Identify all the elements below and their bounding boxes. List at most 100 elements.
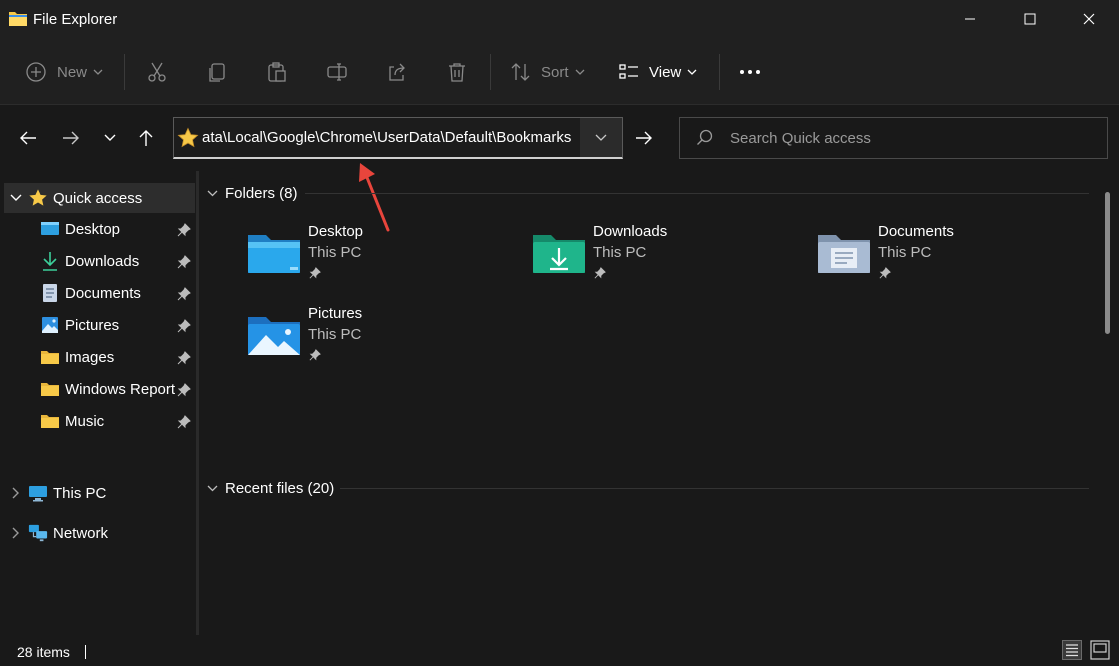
navigation-pane: Quick access Desktop Downloads Documents… <box>0 171 199 635</box>
pin-icon[interactable] <box>177 255 191 269</box>
folder-tile-pictures[interactable]: Pictures This PC <box>246 305 516 375</box>
rename-icon <box>327 63 347 81</box>
desktop-folder-icon <box>248 235 300 273</box>
command-bar: New Sort View <box>0 38 1119 105</box>
sidebar-item-this-pc[interactable]: This PC <box>4 478 195 508</box>
new-button[interactable]: New <box>25 57 103 87</box>
up-button[interactable] <box>134 123 158 153</box>
rename-button[interactable] <box>326 57 348 87</box>
view-label: View <box>649 63 682 81</box>
document-icon <box>40 283 60 303</box>
content-scrollbar-thumb[interactable] <box>1105 192 1110 334</box>
documents-folder-icon <box>818 235 870 273</box>
sidebar-item-label: This PC <box>53 484 107 502</box>
arrow-up-icon <box>139 130 153 146</box>
item-count: 28 items <box>17 644 70 660</box>
go-button[interactable] <box>628 123 660 153</box>
folder-icon <box>40 379 60 399</box>
cut-button[interactable] <box>146 57 168 87</box>
copy-icon <box>209 63 225 82</box>
sidebar-item-music[interactable]: Music <box>40 406 195 436</box>
sort-button[interactable]: Sort <box>510 57 585 87</box>
scissors-icon <box>148 62 166 82</box>
trash-icon <box>449 63 465 82</box>
view-button[interactable]: View <box>618 57 697 87</box>
folders-group-header[interactable]: Folders (8) <box>207 185 298 202</box>
sidebar-item-windows-report[interactable]: Windows Report <box>40 374 195 404</box>
title-bar: File Explorer <box>0 0 1119 38</box>
arrow-left-icon <box>20 131 36 145</box>
sidebar-item-label: Pictures <box>65 316 120 334</box>
sidebar-item-label: Downloads <box>65 252 140 270</box>
address-history-button[interactable] <box>580 118 622 157</box>
pin-icon[interactable] <box>177 351 191 365</box>
sidebar-item-pictures[interactable]: Pictures <box>40 310 195 340</box>
download-icon <box>40 251 60 271</box>
minimize-button[interactable] <box>940 0 1000 38</box>
details-view-icon[interactable] <box>1062 640 1082 660</box>
address-path[interactable]: ata\Local\Google\Chrome\UserData\Default… <box>202 129 578 146</box>
sidebar-item-desktop[interactable]: Desktop <box>40 214 195 244</box>
pin-icon[interactable] <box>177 383 191 397</box>
share-icon <box>389 63 405 81</box>
back-button[interactable] <box>14 123 42 153</box>
address-bar[interactable]: ata\Local\Google\Chrome\UserData\Default… <box>173 117 623 159</box>
desktop-icon <box>40 219 60 239</box>
recent-locations-button[interactable] <box>100 123 120 153</box>
folder-tile-desktop[interactable]: Desktop This PC <box>246 223 516 293</box>
pin-icon[interactable] <box>177 415 191 429</box>
content-area: Folders (8) Desktop This PC Downloads Th… <box>199 171 1119 635</box>
sidebar-item-images[interactable]: Images <box>40 342 195 372</box>
pin-icon[interactable] <box>177 319 191 333</box>
group-divider <box>305 193 1089 194</box>
folder-icon <box>40 411 60 431</box>
close-button[interactable] <box>1059 0 1119 38</box>
sidebar-item-label: Quick access <box>53 189 143 207</box>
chevron-down-icon <box>687 69 697 75</box>
sidebar-item-downloads[interactable]: Downloads <box>40 246 195 276</box>
toolbar-separator <box>490 54 491 90</box>
sidebar-item-network[interactable]: Network <box>4 518 195 548</box>
ellipsis-icon <box>740 70 760 74</box>
folders-header-label: Folders (8) <box>225 185 298 202</box>
chevron-down-icon <box>575 69 584 75</box>
search-box[interactable]: Search Quick access <box>679 117 1108 159</box>
recent-files-group-header[interactable]: Recent files (20) <box>207 480 334 497</box>
maximize-button[interactable] <box>1000 0 1060 38</box>
tiles-view-icon[interactable] <box>1090 640 1110 660</box>
sort-label: Sort <box>541 63 569 81</box>
sidebar-item-label: Windows Report <box>65 380 176 398</box>
more-options-button[interactable] <box>738 57 762 87</box>
folder-tile-downloads[interactable]: Downloads This PC <box>531 223 801 293</box>
pin-icon[interactable] <box>177 223 191 237</box>
delete-button[interactable] <box>446 57 468 87</box>
pin-icon <box>879 267 891 279</box>
chevron-down-icon <box>10 194 22 201</box>
chevron-down-icon <box>93 69 103 75</box>
pin-icon <box>309 267 321 279</box>
window-title: File Explorer <box>33 11 118 28</box>
forward-button[interactable] <box>57 123 85 153</box>
copy-button[interactable] <box>206 57 228 87</box>
arrow-right-icon <box>63 131 79 145</box>
folder-tile-documents[interactable]: Documents This PC <box>816 223 1086 293</box>
share-button[interactable] <box>386 57 408 87</box>
folder-location: This PC <box>878 244 932 261</box>
folder-name: Downloads <box>593 223 668 240</box>
pin-icon <box>309 349 321 361</box>
folder-name: Desktop <box>308 223 364 240</box>
sidebar-item-label: Images <box>65 348 115 366</box>
arrow-right-icon <box>636 131 652 145</box>
paste-button[interactable] <box>266 57 288 87</box>
folder-icon <box>40 347 60 367</box>
search-input[interactable]: Search Quick access <box>730 130 871 147</box>
folder-name: Documents <box>878 223 954 240</box>
view-icon <box>619 64 638 79</box>
search-icon <box>697 129 713 145</box>
sidebar-item-label: Documents <box>65 284 141 302</box>
sidebar-item-quick-access[interactable]: Quick access <box>4 183 195 213</box>
chevron-right-icon <box>12 527 19 539</box>
pin-icon[interactable] <box>177 287 191 301</box>
sidebar-item-documents[interactable]: Documents <box>40 278 195 308</box>
toolbar-separator <box>124 54 125 90</box>
